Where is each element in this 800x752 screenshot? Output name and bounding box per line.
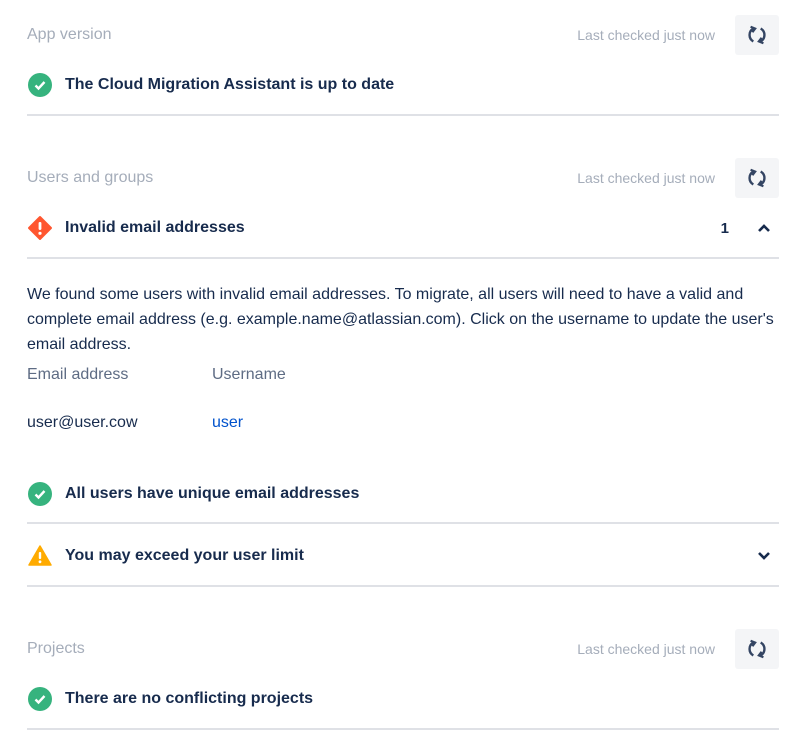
last-checked-text: Last checked just now — [577, 641, 715, 657]
refresh-button[interactable] — [735, 15, 779, 55]
check-label: You may exceed your user limit — [65, 547, 304, 564]
check-app-up-to-date: The Cloud Migration Assistant is up to d… — [27, 65, 779, 105]
users-groups-header: Users and groups Last checked just now — [27, 158, 779, 198]
refresh-icon — [748, 25, 766, 45]
app-version-header: App version Last checked just now — [27, 15, 779, 55]
chevron-down-icon[interactable] — [755, 551, 773, 561]
check-circle-icon — [28, 73, 52, 97]
refresh-button[interactable] — [735, 158, 779, 198]
divider — [27, 728, 779, 730]
divider — [27, 522, 779, 524]
refresh-button[interactable] — [735, 629, 779, 669]
check-label: The Cloud Migration Assistant is up to d… — [65, 76, 395, 93]
refresh-icon — [748, 639, 766, 659]
section-title: Users and groups — [27, 169, 154, 186]
check-user-limit[interactable]: You may exceed your user limit — [27, 536, 779, 576]
check-label: Invalid email addresses — [65, 219, 245, 236]
last-checked-text: Last checked just now — [577, 170, 715, 186]
column-header-email: Email address — [27, 366, 129, 383]
check-circle-icon — [28, 687, 52, 711]
error-diamond-icon — [28, 216, 52, 240]
projects-header: Projects Last checked just now — [27, 629, 779, 669]
check-label: All users have unique email addresses — [65, 485, 360, 502]
issue-count: 1 — [720, 219, 729, 237]
divider — [27, 257, 779, 259]
column-header-username: Username — [212, 366, 286, 383]
check-no-conflicting-projects: There are no conflicting projects — [27, 679, 779, 719]
divider — [27, 114, 779, 116]
warning-triangle-icon — [28, 545, 52, 566]
check-invalid-email-addresses[interactable]: Invalid email addresses 1 — [27, 208, 779, 248]
chevron-up-icon[interactable] — [755, 223, 773, 233]
email-cell: user@user.cow — [27, 414, 138, 431]
username-link[interactable]: user — [212, 414, 243, 432]
invalid-email-description: We found some users with invalid email a… — [27, 286, 774, 353]
divider — [27, 585, 779, 587]
refresh-icon — [748, 168, 766, 188]
section-title: Projects — [27, 640, 85, 657]
check-label: There are no conflicting projects — [65, 690, 314, 707]
section-title: App version — [27, 26, 112, 43]
check-circle-icon — [28, 482, 52, 506]
last-checked-text: Last checked just now — [577, 27, 715, 43]
check-unique-emails: All users have unique email addresses — [27, 474, 779, 514]
